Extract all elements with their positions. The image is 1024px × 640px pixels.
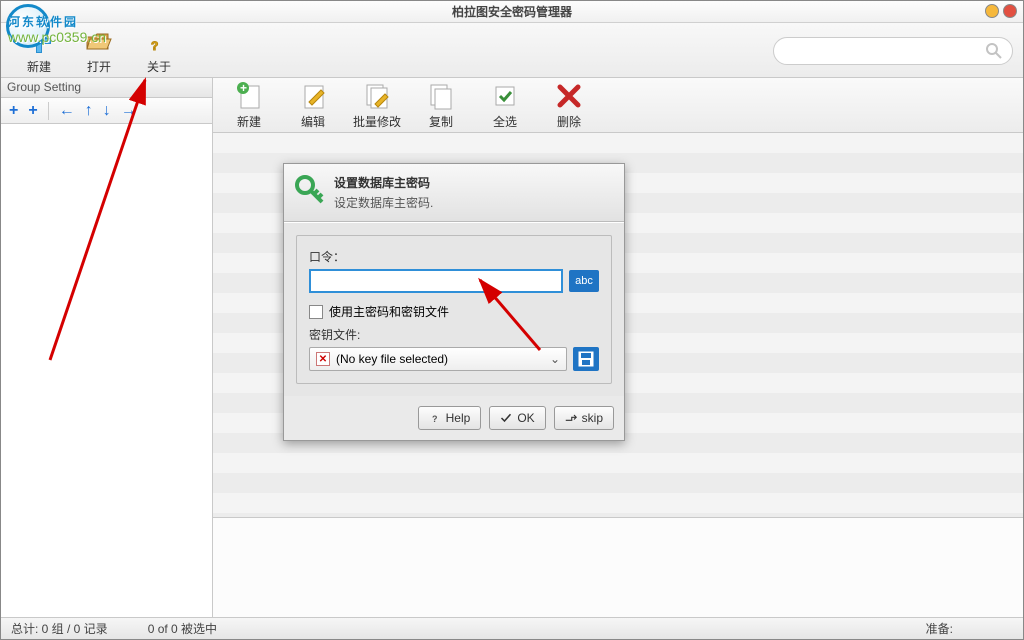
entry-batch-button[interactable]: 批量修改	[345, 81, 409, 130]
body: Group Setting + + ← ↑ ↓ → + 新建 编辑	[1, 78, 1023, 617]
keyfile-value: (No key file selected)	[336, 352, 448, 366]
main-area: + 新建 编辑 批量修改 复制 全选	[213, 78, 1023, 617]
dialog-body: 口令： abc 使用主密码和密钥文件 密钥文件:	[284, 222, 624, 396]
help-button[interactable]: ? Help	[418, 406, 482, 430]
entry-selectall-button[interactable]: 全选	[473, 81, 537, 130]
entry-new-label: 新建	[237, 113, 261, 130]
svg-text:?: ?	[432, 414, 438, 424]
copy-icon	[426, 81, 456, 111]
about-button[interactable]: ? 关于	[129, 26, 189, 75]
ok-button[interactable]: OK	[489, 406, 545, 430]
main-toolbar: 新建 打开 ? 关于	[1, 23, 1023, 78]
entry-copy-button[interactable]: 复制	[409, 81, 473, 130]
status-selected: 0 of 0 被选中	[148, 620, 217, 637]
password-input[interactable]	[309, 269, 563, 293]
keyfile-label: 密钥文件:	[309, 326, 599, 343]
dialog-subtitle: 设定数据库主密码.	[334, 194, 433, 211]
add-group-icon[interactable]: +	[9, 102, 18, 120]
entry-selectall-label: 全选	[493, 113, 517, 130]
status-total: 总计: 0 组 / 0 记录	[11, 620, 108, 637]
dialog-title: 设置数据库主密码	[334, 174, 433, 191]
master-password-dialog: 设置数据库主密码 设定数据库主密码. 口令： abc	[283, 163, 625, 441]
minimize-button[interactable]	[985, 4, 999, 18]
save-keyfile-button[interactable]	[573, 347, 599, 371]
x-icon: ✕	[316, 352, 330, 366]
app-window: 柏拉图安全密码管理器 新建 打开 ? 关于	[0, 0, 1024, 640]
dialog-header: 设置数据库主密码 设定数据库主密码.	[284, 164, 624, 222]
window-controls	[985, 4, 1017, 18]
new-entry-icon: +	[234, 81, 264, 111]
group-tree[interactable]	[1, 124, 212, 617]
edit-icon	[298, 81, 328, 111]
password-label: 口令：	[309, 248, 599, 265]
content-area: 设置数据库主密码 设定数据库主密码. 口令： abc	[213, 133, 1023, 517]
arrow-left-icon[interactable]: ←	[59, 102, 75, 120]
entry-edit-button[interactable]: 编辑	[281, 81, 345, 130]
detail-pane	[213, 517, 1023, 617]
skip-label: skip	[582, 411, 603, 425]
entry-batch-label: 批量修改	[353, 113, 401, 130]
separator	[48, 102, 49, 120]
folder-open-icon	[84, 26, 114, 56]
entry-edit-label: 编辑	[301, 113, 325, 130]
ok-label: OK	[517, 411, 534, 425]
svg-text:?: ?	[151, 39, 158, 53]
status-ready: 准备:	[926, 620, 953, 637]
add-subgroup-icon[interactable]: +	[28, 102, 37, 120]
use-keyfile-label: 使用主密码和密钥文件	[329, 303, 449, 320]
batch-edit-icon	[362, 81, 392, 111]
use-keyfile-checkbox[interactable]	[309, 305, 323, 319]
arrow-up-icon[interactable]: ↑	[85, 102, 93, 120]
arrow-down-icon[interactable]: ↓	[103, 102, 111, 120]
delete-icon	[554, 81, 584, 111]
sidebar: Group Setting + + ← ↑ ↓ →	[1, 78, 213, 617]
open-button[interactable]: 打开	[69, 26, 129, 75]
search-input[interactable]	[773, 37, 1013, 65]
dialog-titles: 设置数据库主密码 设定数据库主密码.	[334, 174, 433, 211]
about-label: 关于	[147, 58, 171, 75]
entry-delete-label: 删除	[557, 113, 581, 130]
sidebar-header: Group Setting	[1, 78, 212, 98]
new-label: 新建	[27, 58, 51, 75]
titlebar: 柏拉图安全密码管理器	[1, 1, 1023, 23]
sidebar-toolbar: + + ← ↑ ↓ →	[1, 98, 212, 124]
arrow-right-icon[interactable]: →	[121, 102, 137, 120]
key-icon	[294, 174, 326, 206]
open-label: 打开	[87, 58, 111, 75]
skip-button[interactable]: skip	[554, 406, 614, 430]
entry-delete-button[interactable]: 删除	[537, 81, 601, 130]
entry-toolbar: + 新建 编辑 批量修改 复制 全选	[213, 78, 1023, 133]
close-button[interactable]	[1003, 4, 1017, 18]
entry-new-button[interactable]: + 新建	[217, 81, 281, 130]
chevron-down-icon: ⌄	[550, 352, 560, 366]
plus-icon	[24, 26, 54, 56]
question-icon: ?	[144, 26, 174, 56]
new-button[interactable]: 新建	[9, 26, 69, 75]
search-icon	[986, 43, 1002, 59]
virtual-keyboard-button[interactable]: abc	[569, 270, 599, 292]
keyfile-select[interactable]: ✕ (No key file selected) ⌄	[309, 347, 567, 371]
help-label: Help	[446, 411, 471, 425]
select-all-icon	[490, 81, 520, 111]
svg-text:+: +	[240, 82, 247, 95]
window-title: 柏拉图安全密码管理器	[452, 3, 572, 20]
status-bar: 总计: 0 组 / 0 记录 0 of 0 被选中 准备:	[1, 617, 1023, 639]
entry-copy-label: 复制	[429, 113, 453, 130]
dialog-footer: ? Help OK skip	[284, 396, 624, 440]
